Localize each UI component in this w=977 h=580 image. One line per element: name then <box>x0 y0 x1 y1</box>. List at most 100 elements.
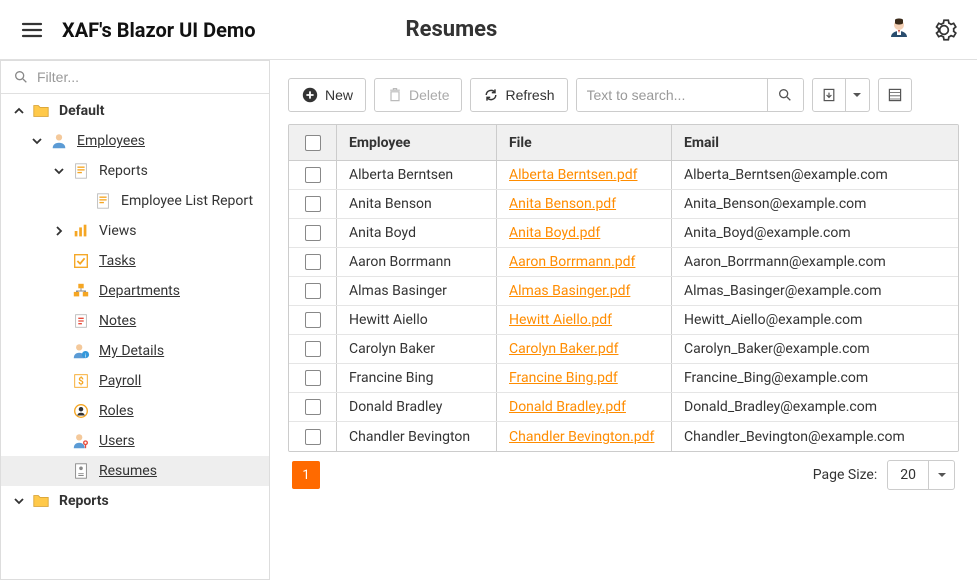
file-link[interactable]: Francine Bing.pdf <box>509 370 618 386</box>
nav-group-label: Reports <box>59 493 109 509</box>
nav-item-label: Users <box>99 433 135 449</box>
column-header-employee[interactable]: Employee <box>337 125 497 160</box>
report-icon <box>93 191 113 211</box>
column-header-email[interactable]: Email <box>672 125 958 160</box>
table-row[interactable]: Carolyn BakerCarolyn Baker.pdfCarolyn_Ba… <box>289 335 958 364</box>
nav-item-my-details[interactable]: i My Details <box>1 336 269 366</box>
new-button-label: New <box>325 87 353 103</box>
table-row[interactable]: Chandler Bevington Chandler Bevington.pdf… <box>289 422 958 451</box>
nav-group-default[interactable]: Default <box>1 96 269 126</box>
nav-item-label: Tasks <box>99 253 136 269</box>
nav-group-reports[interactable]: Reports <box>1 486 269 516</box>
toolbar: New Delete Refresh <box>288 78 959 112</box>
row-select-cell[interactable] <box>289 422 337 451</box>
cell-file: Almas Basinger.pdf <box>497 277 672 305</box>
export-dropdown[interactable] <box>846 78 870 112</box>
header: XAF's Blazor UI Demo Resumes <box>0 0 977 60</box>
nav-item-departments[interactable]: Departments <box>1 276 269 306</box>
row-select-cell[interactable] <box>289 248 337 276</box>
chevron-right-icon <box>51 223 67 239</box>
table-row[interactable]: Alberta BerntsenAlberta Berntsen.pdfAlbe… <box>289 161 958 190</box>
cell-file: Donald Bradley.pdf <box>497 393 672 421</box>
select-all-cell[interactable] <box>289 125 337 160</box>
cell-file: Anita Boyd.pdf <box>497 219 672 247</box>
search-button[interactable] <box>767 79 803 111</box>
row-select-cell[interactable] <box>289 190 337 218</box>
table-row[interactable]: Hewitt AielloHewitt Aiello.pdfHewitt_Aie… <box>289 306 958 335</box>
nav-item-payroll[interactable]: $ Payroll <box>1 366 269 396</box>
user-avatar[interactable] <box>885 16 913 44</box>
sidebar-filter-input[interactable] <box>37 69 257 85</box>
sidebar: Default Employees Reports Employee List … <box>0 60 270 580</box>
row-select-cell[interactable] <box>289 306 337 334</box>
nav-item-roles[interactable]: Roles <box>1 396 269 426</box>
file-link[interactable]: Aaron Borrmann.pdf <box>509 254 635 270</box>
caret-down-icon <box>852 90 862 100</box>
svg-text:i: i <box>85 353 86 359</box>
row-select-cell[interactable] <box>289 277 337 305</box>
checkbox-icon <box>71 251 91 271</box>
row-select-cell[interactable] <box>289 393 337 421</box>
refresh-button-label: Refresh <box>505 87 554 103</box>
checkbox-icon <box>305 429 321 445</box>
delete-button[interactable]: Delete <box>374 78 462 112</box>
nav-item-label: Views <box>99 223 137 239</box>
file-link[interactable]: Almas Basinger.pdf <box>509 283 630 299</box>
nav-item-label: Notes <box>99 313 136 329</box>
nav-item-users[interactable]: Users <box>1 426 269 456</box>
plus-circle-icon <box>301 86 319 104</box>
refresh-button[interactable]: Refresh <box>470 78 567 112</box>
search-input[interactable] <box>577 79 767 111</box>
export-button[interactable] <box>812 78 846 112</box>
row-select-cell[interactable] <box>289 219 337 247</box>
file-link[interactable]: Chandler Bevington.pdf <box>509 429 654 445</box>
file-link[interactable]: Alberta Berntsen.pdf <box>509 167 637 183</box>
nav-item-resumes[interactable]: Resumes <box>1 456 269 486</box>
table-row[interactable]: Anita BensonAnita Benson.pdfAnita_Benson… <box>289 190 958 219</box>
nav-item-employee-list-report[interactable]: Employee List Report <box>1 186 269 216</box>
checkbox-icon <box>305 370 321 386</box>
page-number-current[interactable]: 1 <box>292 461 320 489</box>
checkbox-icon <box>305 341 321 357</box>
trash-icon <box>387 87 403 103</box>
table-row[interactable]: Anita BoydAnita Boyd.pdfAnita_Boyd@examp… <box>289 219 958 248</box>
page-size-dropdown[interactable] <box>928 461 954 489</box>
search-icon <box>777 87 793 103</box>
sidebar-filter[interactable] <box>1 61 269 94</box>
row-select-cell[interactable] <box>289 161 337 189</box>
nav-item-tasks[interactable]: Tasks <box>1 246 269 276</box>
cell-employee: Anita Boyd <box>337 219 497 247</box>
page-size-selector[interactable]: 20 <box>887 460 955 490</box>
page-size-value: 20 <box>888 467 928 483</box>
table-row[interactable]: Aaron BorrmannAaron Borrmann.pdfAaron_Bo… <box>289 248 958 277</box>
cell-email: Aaron_Borrmann@example.com <box>672 248 958 276</box>
file-link[interactable]: Hewitt Aiello.pdf <box>509 312 612 328</box>
cell-file: Francine Bing.pdf <box>497 364 672 392</box>
row-select-cell[interactable] <box>289 335 337 363</box>
nav-tree: Default Employees Reports Employee List … <box>1 94 269 579</box>
nav-item-label: Roles <box>99 403 134 419</box>
table-row[interactable]: Francine BingFrancine Bing.pdfFrancine_B… <box>289 364 958 393</box>
file-link[interactable]: Carolyn Baker.pdf <box>509 341 619 357</box>
nav-item-notes[interactable]: Notes <box>1 306 269 336</box>
cell-employee: Francine Bing <box>337 364 497 392</box>
cell-email: Carolyn_Baker@example.com <box>672 335 958 363</box>
nav-item-views[interactable]: Views <box>1 216 269 246</box>
table-row[interactable]: Almas BasingerAlmas Basinger.pdfAlmas_Ba… <box>289 277 958 306</box>
table-row[interactable]: Donald BradleyDonald Bradley.pdfDonald_B… <box>289 393 958 422</box>
column-chooser-button[interactable] <box>878 78 912 112</box>
nav-item-label: Payroll <box>99 373 141 389</box>
column-header-file[interactable]: File <box>497 125 672 160</box>
nav-item-reports[interactable]: Reports <box>1 156 269 186</box>
file-link[interactable]: Donald Bradley.pdf <box>509 399 626 415</box>
new-button[interactable]: New <box>288 78 366 112</box>
checkbox-icon <box>305 167 321 183</box>
chart-icon <box>71 221 91 241</box>
cell-employee: Chandler Bevington <box>337 422 497 451</box>
hamburger-menu-button[interactable] <box>20 18 44 42</box>
file-link[interactable]: Anita Benson.pdf <box>509 196 616 212</box>
file-link[interactable]: Anita Boyd.pdf <box>509 225 600 241</box>
row-select-cell[interactable] <box>289 364 337 392</box>
settings-gear-icon[interactable] <box>931 17 957 43</box>
nav-item-employees[interactable]: Employees <box>1 126 269 156</box>
